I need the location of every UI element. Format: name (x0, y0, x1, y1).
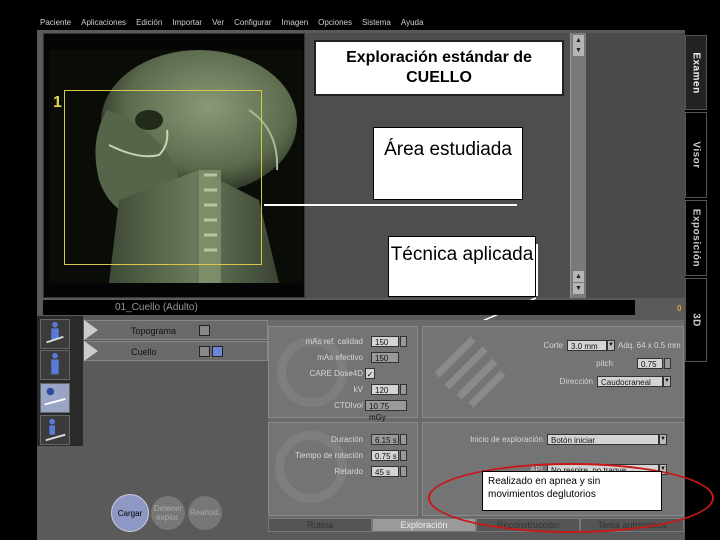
series-row-cuello[interactable]: Cuello (84, 341, 268, 361)
slice-field[interactable]: 3.0 mm (567, 340, 607, 351)
mas-effective-value: 150 (371, 352, 399, 363)
viewer-scrollbar[interactable]: ▲ ▼ ▲ ▼ (570, 33, 586, 298)
ctdi-label: CTDIvol (334, 401, 363, 410)
series-checkbox[interactable] (199, 325, 210, 336)
delay-label: Retardo (334, 467, 363, 476)
slice-dropdown-icon[interactable]: ▼ (607, 340, 615, 351)
tab-3d[interactable]: 3D (685, 278, 707, 362)
pitch-label: pitch (596, 359, 613, 368)
load-button[interactable]: Cargar (111, 494, 149, 532)
menu-configurar[interactable]: Configurar (234, 18, 271, 27)
menu-opciones[interactable]: Opciones (318, 18, 352, 27)
scroll-down-icon[interactable]: ▼ (573, 283, 584, 294)
series-checkbox[interactable] (199, 346, 210, 357)
mas-effective-label: mAs efectivo (317, 353, 363, 362)
patient-position-tool[interactable] (40, 319, 70, 349)
direction-label: Dirección (559, 377, 593, 386)
patient-table-tool[interactable] (40, 415, 70, 445)
ctdi-value: 10.75 mGy (365, 400, 407, 422)
start-dropdown-icon[interactable]: ▼ (659, 434, 667, 445)
direction-field[interactable]: Caudocraneal (597, 376, 663, 387)
menu-sistema[interactable]: Sistema (362, 18, 391, 27)
kv-field[interactable]: 120 (371, 384, 399, 395)
duration-label: Duración (330, 435, 363, 444)
patient-standing-tool[interactable] (40, 350, 70, 380)
menu-paciente[interactable]: Paciente (40, 18, 71, 27)
tab-examen[interactable]: Examen (685, 35, 707, 110)
acquisition-label: Adq. 64 x 0.5 mm (618, 341, 681, 350)
timing-group: Duración 6.15 s Tiempo de rotación 0.75 … (268, 422, 418, 516)
rotation-time-field[interactable]: 0.75 s (371, 450, 399, 461)
series-checkbox[interactable] (212, 346, 223, 357)
current-series-arrow-icon (84, 341, 98, 361)
slice-watermark-icon (434, 336, 505, 408)
menu-ver[interactable]: Ver (212, 18, 224, 27)
ref-quality-label: mAs ref. calidad (305, 337, 363, 346)
kv-spinner[interactable] (400, 384, 407, 395)
start-label: Inicio de exploración (470, 435, 543, 444)
slice-group: Corte 3.0 mm ▼ Adq. 64 x 0.5 mm pitch 0.… (422, 326, 684, 418)
menu-edicion[interactable]: Edición (136, 18, 162, 27)
stop-scan-button[interactable]: Detener explor. (151, 496, 185, 530)
slice-label: Corte (543, 341, 563, 350)
series-row-topograma[interactable]: Topograma (84, 320, 268, 340)
ref-quality-field[interactable]: 150 (371, 336, 399, 347)
tab-exposicion-label: Exposición (690, 208, 702, 268)
tab-examen-label: Examen (690, 51, 702, 94)
pitch-spinner[interactable] (664, 358, 671, 369)
title-callout: Exploración estándar de CUELLO (314, 40, 564, 96)
caredose-checkbox[interactable]: ✓ (365, 368, 375, 379)
duration-value: 6.15 s (371, 434, 399, 445)
rotation-time-spinner[interactable] (400, 450, 407, 461)
tab-exposicion[interactable]: Exposición (685, 200, 707, 276)
menu-importar[interactable]: Importar (172, 18, 202, 27)
callout-line (536, 244, 538, 296)
rotation-time-label: Tiempo de rotación (294, 451, 363, 460)
duration-spinner[interactable] (400, 434, 407, 445)
scan-range-number: 1 (53, 94, 62, 111)
ref-quality-spinner[interactable] (400, 336, 407, 347)
tab-visor-label: Visor (690, 141, 702, 169)
series-label: Cuello (131, 347, 157, 357)
technique-callout: Técnica aplicada (388, 236, 536, 297)
kv-label: kV (353, 385, 363, 394)
tab-3d-label: 3D (690, 313, 702, 327)
caredose-label: CARE Dose4D (309, 369, 363, 378)
menu-ayuda[interactable]: Ayuda (401, 18, 424, 27)
delay-spinner[interactable] (400, 466, 407, 477)
scroll-up-icon[interactable]: ▲ (573, 271, 584, 282)
tab-rutina[interactable]: Rutina (268, 518, 372, 532)
current-series-arrow-icon (84, 320, 98, 340)
tab-visor[interactable]: Visor (685, 112, 707, 198)
scroll-down-icon[interactable]: ▼ (573, 45, 584, 56)
breathing-tool[interactable] (40, 383, 70, 413)
menu-aplicaciones[interactable]: Aplicaciones (81, 18, 126, 27)
pitch-field[interactable]: 0.75 (637, 358, 663, 369)
direction-dropdown-icon[interactable]: ▼ (663, 376, 671, 387)
menu-bar: Paciente Aplicaciones Edición Importar V… (0, 13, 720, 31)
area-callout: Área estudiada (373, 127, 523, 200)
delay-field[interactable]: 45 s (371, 466, 399, 477)
right-panel (586, 33, 685, 298)
exposure-group: mAs ref. calidad 150 mAs efectivo 150 CA… (268, 326, 418, 422)
callout-line (264, 204, 517, 206)
start-field[interactable]: Botón iniciar (547, 434, 659, 445)
note-callout: Realizado en apnea y sin movimientos deg… (482, 471, 662, 511)
scan-protocol-name[interactable]: 01_Cuello (Adulto) (115, 302, 198, 313)
scan-count: 0 (677, 304, 682, 313)
series-label: Topograma (131, 326, 177, 336)
resume-button[interactable]: Reanud. (188, 496, 222, 530)
scan-range-box[interactable] (64, 90, 262, 265)
menu-imagen[interactable]: Imagen (281, 18, 308, 27)
